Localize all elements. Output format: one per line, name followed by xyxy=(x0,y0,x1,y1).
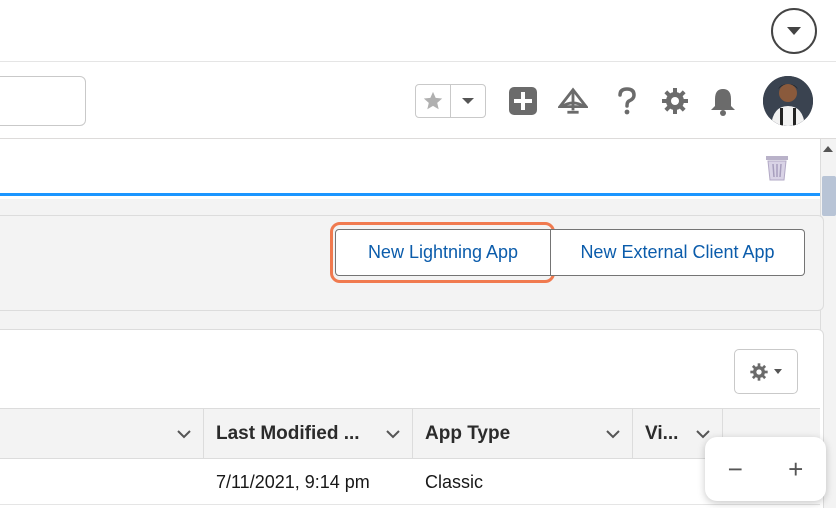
help-icon[interactable] xyxy=(612,86,642,116)
chevron-down-icon[interactable] xyxy=(175,425,193,443)
bell-icon[interactable] xyxy=(708,86,738,116)
avatar[interactable] xyxy=(763,76,813,126)
trash-icon[interactable] xyxy=(762,152,792,182)
column-header-last-modified[interactable]: Last Modified ... xyxy=(204,408,413,459)
cell-last-modified: 7/11/2021, 9:14 pm xyxy=(216,471,370,492)
search-input[interactable] xyxy=(0,76,86,126)
star-icon[interactable] xyxy=(416,85,450,117)
column-header-app-type[interactable]: App Type xyxy=(413,408,633,459)
chevron-down-icon[interactable] xyxy=(771,8,817,54)
zoom-in-button[interactable]: + xyxy=(776,449,816,489)
gear-icon[interactable] xyxy=(660,86,690,116)
scrollbar-thumb[interactable] xyxy=(822,176,836,216)
gear-icon xyxy=(750,362,768,381)
list-settings-button[interactable] xyxy=(734,349,798,394)
zoom-out-button[interactable]: − xyxy=(715,449,755,489)
scroll-up-arrow-icon[interactable] xyxy=(822,142,834,154)
top-bar xyxy=(0,0,836,62)
cell-app-type: Classic xyxy=(425,471,484,492)
chevron-down-icon[interactable] xyxy=(384,425,402,443)
caret-down-icon xyxy=(774,369,782,374)
tab-strip xyxy=(0,139,820,196)
new-external-client-app-button[interactable]: New External Client App xyxy=(551,229,805,276)
favorites-group xyxy=(415,84,486,118)
trailhead-icon[interactable] xyxy=(558,86,588,116)
zoom-control: − + xyxy=(705,437,826,501)
favorites-dropdown-icon[interactable] xyxy=(449,85,486,117)
column-header-name[interactable] xyxy=(0,408,204,459)
chevron-down-icon[interactable] xyxy=(604,425,622,443)
plus-square-icon[interactable] xyxy=(508,86,538,116)
new-lightning-app-button[interactable]: New Lightning App xyxy=(335,229,551,276)
